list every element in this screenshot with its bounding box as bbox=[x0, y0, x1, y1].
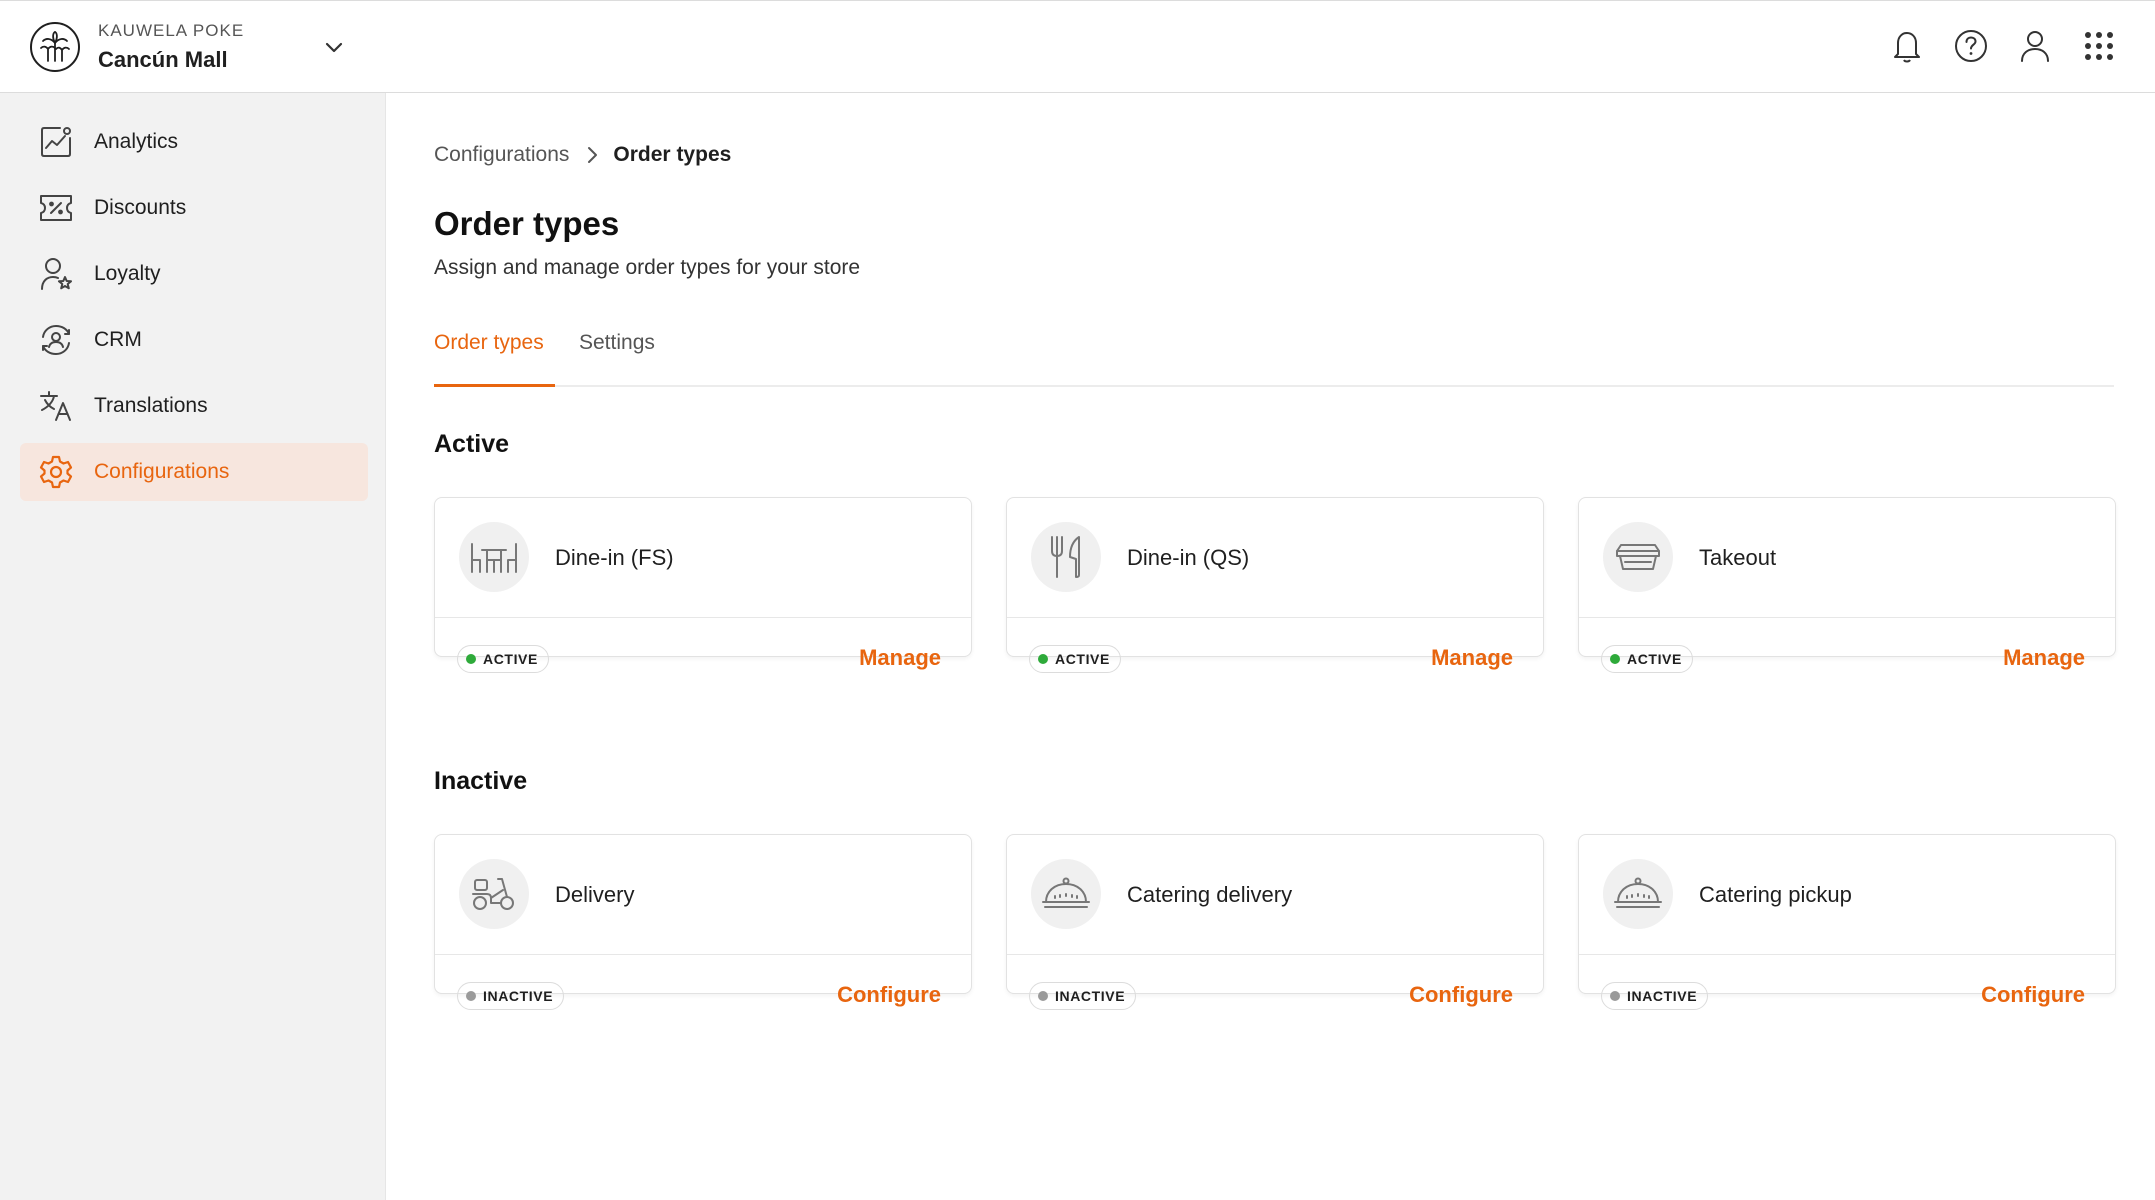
order-type-card-delivery: Delivery INACTIVE Configure bbox=[434, 834, 972, 1010]
analytics-icon bbox=[38, 124, 74, 160]
organization-name: KAUWELA POKE bbox=[98, 21, 245, 40]
breadcrumb: Configurations Order types bbox=[434, 143, 731, 167]
sidebar-item-discounts[interactable]: Discounts bbox=[20, 179, 368, 237]
order-type-name: Takeout bbox=[1699, 545, 1777, 570]
sidebar-item-label: Discounts bbox=[94, 196, 187, 219]
status-badge: INACTIVE bbox=[1029, 982, 1137, 1010]
section-title-inactive: Inactive bbox=[434, 767, 528, 795]
configure-button[interactable]: Configure bbox=[1981, 982, 2085, 1008]
status-dot bbox=[1610, 654, 1620, 664]
chevron-right-icon bbox=[585, 145, 599, 165]
manage-button[interactable]: Manage bbox=[1431, 645, 1513, 671]
sidebar-item-configurations[interactable]: Configurations bbox=[20, 443, 368, 501]
breadcrumb-current: Order types bbox=[613, 143, 732, 166]
status-badge: INACTIVE bbox=[457, 982, 565, 1010]
chevron-down-icon[interactable] bbox=[322, 35, 346, 64]
help-icon[interactable] bbox=[1953, 27, 1989, 65]
sidebar: Analytics Discounts Loyalty CRM Translat… bbox=[0, 93, 386, 1200]
status-badge: ACTIVE bbox=[457, 645, 549, 673]
sidebar-item-label: Loyalty bbox=[94, 262, 161, 285]
loyalty-user-star-icon bbox=[38, 256, 74, 292]
takeout-box-icon bbox=[1603, 522, 1673, 592]
sidebar-item-analytics[interactable]: Analytics bbox=[20, 113, 368, 171]
order-type-name: Dine-in (FS) bbox=[555, 545, 674, 570]
bell-icon[interactable] bbox=[1889, 27, 1925, 65]
sidebar-item-translations[interactable]: Translations bbox=[20, 377, 368, 435]
store-name: Cancún Mall bbox=[98, 47, 228, 72]
tab-settings[interactable]: Settings bbox=[579, 331, 655, 387]
top-bar: KAUWELA POKE Cancún Mall bbox=[0, 0, 2155, 93]
order-type-card-dine-in-qs: Dine-in (QS) ACTIVE Manage bbox=[1006, 497, 1544, 673]
status-text: ACTIVE bbox=[1055, 651, 1110, 667]
status-text: ACTIVE bbox=[483, 651, 538, 667]
breadcrumb-link-configurations[interactable]: Configurations bbox=[434, 143, 569, 167]
status-dot bbox=[466, 991, 476, 1001]
sidebar-item-label: Analytics bbox=[94, 130, 179, 153]
manage-button[interactable]: Manage bbox=[2003, 645, 2085, 671]
status-text: INACTIVE bbox=[1055, 988, 1126, 1004]
cloche-icon bbox=[1603, 859, 1673, 929]
status-badge: INACTIVE bbox=[1601, 982, 1709, 1010]
crm-icon bbox=[38, 322, 74, 358]
sidebar-item-label: CRM bbox=[94, 328, 142, 351]
status-badge: ACTIVE bbox=[1029, 645, 1121, 673]
tab-bar: Order types Settings bbox=[434, 331, 2114, 387]
page-title: Order types bbox=[434, 205, 620, 242]
order-type-name: Dine-in (QS) bbox=[1127, 545, 1250, 570]
sidebar-item-crm[interactable]: CRM bbox=[20, 311, 368, 369]
fork-knife-icon bbox=[1031, 522, 1101, 592]
configure-button[interactable]: Configure bbox=[1409, 982, 1513, 1008]
tab-order-types[interactable]: Order types bbox=[434, 331, 555, 387]
status-badge: ACTIVE bbox=[1601, 645, 1693, 673]
scooter-icon bbox=[459, 859, 529, 929]
section-title-active: Active bbox=[434, 430, 510, 458]
table-icon bbox=[459, 522, 529, 592]
apps-grid-icon[interactable] bbox=[2081, 27, 2117, 65]
sidebar-item-label: Configurations bbox=[94, 460, 230, 483]
status-dot bbox=[1038, 991, 1048, 1001]
status-text: INACTIVE bbox=[483, 988, 554, 1004]
status-dot bbox=[1038, 654, 1048, 664]
palm-tree-logo-icon bbox=[30, 22, 80, 72]
store-switcher[interactable]: KAUWELA POKE Cancún Mall bbox=[30, 21, 350, 73]
status-text: ACTIVE bbox=[1627, 651, 1682, 667]
translate-icon bbox=[38, 388, 74, 424]
sidebar-item-label: Translations bbox=[94, 394, 208, 417]
discount-ticket-icon bbox=[38, 190, 74, 226]
status-text: INACTIVE bbox=[1627, 988, 1698, 1004]
order-type-card-dine-in-fs: Dine-in (FS) ACTIVE Manage bbox=[434, 497, 972, 673]
status-dot bbox=[1610, 991, 1620, 1001]
order-type-card-takeout: Takeout ACTIVE Manage bbox=[1578, 497, 2116, 673]
configure-button[interactable]: Configure bbox=[837, 982, 941, 1008]
cloche-icon bbox=[1031, 859, 1101, 929]
user-icon[interactable] bbox=[2017, 27, 2053, 65]
order-type-card-catering-pickup: Catering pickup INACTIVE Configure bbox=[1578, 834, 2116, 1010]
order-type-card-catering-delivery: Catering delivery INACTIVE Configure bbox=[1006, 834, 1544, 1010]
gear-icon bbox=[38, 454, 74, 490]
order-type-name: Catering pickup bbox=[1699, 882, 1852, 907]
sidebar-item-loyalty[interactable]: Loyalty bbox=[20, 245, 368, 303]
manage-button[interactable]: Manage bbox=[859, 645, 941, 671]
page-subtitle: Assign and manage order types for your s… bbox=[434, 256, 861, 279]
order-type-name: Catering delivery bbox=[1127, 882, 1293, 907]
order-type-name: Delivery bbox=[555, 882, 635, 907]
status-dot bbox=[466, 654, 476, 664]
